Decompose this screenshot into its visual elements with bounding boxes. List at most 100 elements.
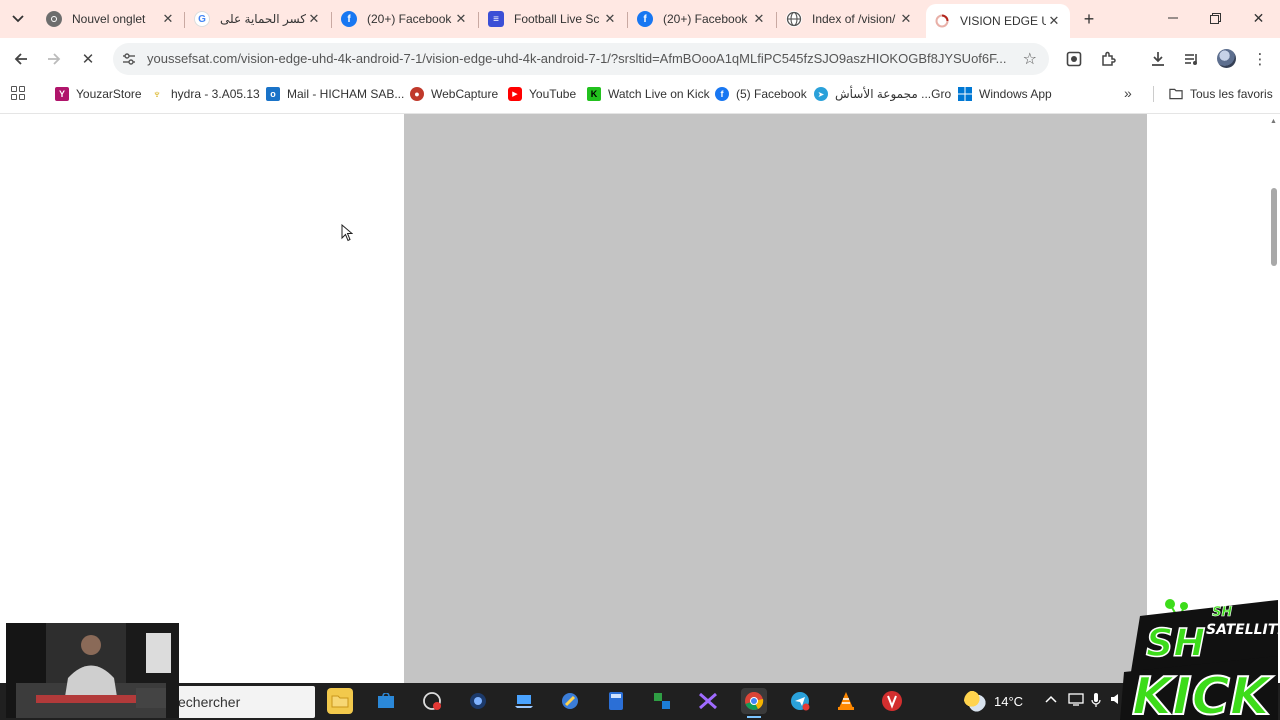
url-text[interactable]: youssefsat.com/vision-edge-uhd-4k-androi… (147, 51, 1009, 66)
loading-content-frame[interactable] (404, 114, 1147, 684)
tab-title: Index of /vision/ (812, 12, 896, 26)
scroll-up-arrow-icon[interactable]: ▲ (1270, 118, 1277, 125)
tab-title: Nouvel onglet (72, 12, 146, 26)
more-menu-icon[interactable]: ⋮ (1247, 46, 1273, 72)
tab-index-of-vision[interactable]: Index of /vision/ ✕ (778, 6, 922, 32)
apps-grid-icon[interactable] (11, 86, 25, 100)
stop-loading-icon[interactable]: ✕ (75, 46, 101, 72)
all-bookmarks-label: Tous les favoris (1190, 87, 1273, 101)
tab-facebook-1[interactable]: f (20+) Facebook ✕ (333, 6, 477, 32)
close-tab-icon[interactable]: ✕ (898, 11, 914, 27)
media-control-icon[interactable] (1179, 46, 1205, 72)
camera-icon[interactable] (465, 688, 491, 714)
youtube-icon: ▶ (508, 87, 522, 101)
microphone-icon[interactable] (1091, 692, 1101, 711)
address-bar[interactable]: youssefsat.com/vision-edge-uhd-4k-androi… (113, 43, 1049, 75)
bookmark-label: (5) Facebook (736, 87, 807, 101)
svg-text:SATELLITE: SATELLITE (1206, 622, 1280, 638)
tab-google[interactable]: G كسر الحماية على ✕ (186, 6, 330, 32)
scroll-thumb[interactable] (1271, 188, 1277, 266)
tab-title: كسر الحماية على (220, 12, 306, 26)
tab-separator (184, 12, 185, 28)
extensions-puzzle-icon[interactable] (1095, 46, 1121, 72)
bookmark-label: YouzarStore (76, 87, 142, 101)
close-tab-icon[interactable]: ✕ (306, 11, 322, 27)
telegram-icon: ➤ (814, 87, 828, 101)
laptop-icon[interactable] (511, 688, 537, 714)
bookmark-telegram-group[interactable]: ➤ مجموعة الأسأش ...Gro (814, 85, 951, 103)
close-tab-icon[interactable]: ✕ (160, 11, 176, 27)
new-tab-plus-icon[interactable]: + (1078, 8, 1100, 30)
screen-capture-icon[interactable] (1061, 46, 1087, 72)
windows-icon (958, 87, 972, 101)
site-settings-icon[interactable] (121, 51, 137, 67)
facebook-icon: f (715, 87, 729, 101)
minimize-icon[interactable] (1151, 0, 1194, 36)
visual-icon[interactable] (695, 688, 721, 714)
bookmark-youtube[interactable]: ▶ YouTube (508, 85, 576, 103)
close-tab-icon[interactable]: ✕ (1046, 13, 1062, 29)
mouse-cursor-icon (341, 224, 353, 242)
close-tab-icon[interactable]: ✕ (602, 11, 618, 27)
network-tray-icon[interactable] (1068, 692, 1084, 709)
folder-icon (1169, 87, 1183, 101)
app-round-red-icon[interactable] (879, 688, 905, 714)
tab-separator (478, 12, 479, 28)
bookmark-webcapture[interactable]: ● WebCapture (410, 85, 498, 103)
vlc-icon[interactable] (833, 688, 859, 714)
chrome-icon[interactable] (741, 688, 767, 718)
tab-title: (20+) Facebook (663, 12, 748, 26)
close-tab-icon[interactable]: ✕ (751, 11, 767, 27)
profile-avatar[interactable] (1217, 49, 1236, 68)
svg-text:SH: SH (1146, 621, 1205, 665)
svg-text:KICK: KICK (1132, 667, 1274, 720)
sh-satellite-kick-logo: SH SH SATELLITE KICK (1120, 599, 1280, 720)
calculator-icon[interactable] (603, 688, 629, 714)
taskbar-search-box[interactable]: echercher (160, 686, 315, 718)
file-explorer-icon[interactable] (327, 688, 353, 714)
tab-title: VISION EDGE U (960, 14, 1046, 28)
page-viewport[interactable]: ▲ (0, 113, 1280, 684)
bookmark-facebook[interactable]: f (5) Facebook (715, 85, 807, 103)
close-window-icon[interactable]: ✕ (1237, 0, 1280, 36)
telegram-icon[interactable] (787, 688, 813, 714)
tab-new-tab[interactable]: Nouvel onglet ✕ (38, 6, 184, 32)
download-icon[interactable] (1145, 46, 1171, 72)
kick-icon: K (587, 87, 601, 101)
tab-separator (776, 12, 777, 28)
weather-widget[interactable]: 14°C (964, 690, 1023, 712)
more-bookmarks-chevron-icon[interactable]: » (1124, 85, 1132, 101)
bookmark-label: YouTube (529, 87, 577, 101)
back-arrow-icon[interactable] (8, 46, 34, 72)
network-icon[interactable] (649, 688, 675, 714)
tab-vision-edge[interactable]: VISION EDGE U ✕ (926, 4, 1070, 38)
restore-icon[interactable] (1194, 0, 1237, 36)
all-bookmarks-folder[interactable]: Tous les favoris (1169, 85, 1273, 103)
svg-text:SH: SH (1212, 605, 1232, 620)
tool-icon[interactable] (557, 688, 583, 714)
bookmark-mail[interactable]: o Mail - HICHAM SAB... (266, 85, 404, 103)
loading-icon (934, 13, 950, 29)
webcapture-icon: ● (410, 87, 424, 101)
bookmark-windows-app[interactable]: Windows App (958, 85, 1052, 103)
bookmark-youzarstore[interactable]: Y YouzarStore (55, 85, 142, 103)
tab-separator (331, 12, 332, 28)
tab-separator (627, 12, 628, 28)
bookmark-hydra[interactable]: ♆ hydra - 3.A05.13 (150, 85, 260, 103)
tab-football-live[interactable]: ≡ Football Live Sc ✕ (480, 6, 626, 32)
tab-search-chevron-icon[interactable] (6, 7, 30, 31)
bookmark-kick[interactable]: K Watch Live on Kick (587, 85, 710, 103)
forward-arrow-icon[interactable] (41, 46, 67, 72)
bookmarks-divider (1153, 86, 1154, 102)
tab-title: Football Live Sc (514, 12, 600, 26)
tab-facebook-2[interactable]: f (20+) Facebook ✕ (629, 6, 775, 32)
football-icon: ≡ (488, 11, 504, 27)
bookmark-label: WebCapture (431, 87, 499, 101)
tray-expand-chevron-icon[interactable] (1045, 692, 1057, 706)
facebook-icon: f (341, 11, 357, 27)
app-red-icon[interactable] (419, 688, 445, 714)
globe-icon (786, 11, 802, 27)
bookmark-star-icon[interactable]: ☆ (1023, 49, 1037, 69)
store-icon[interactable] (373, 688, 399, 714)
close-tab-icon[interactable]: ✕ (453, 11, 469, 27)
